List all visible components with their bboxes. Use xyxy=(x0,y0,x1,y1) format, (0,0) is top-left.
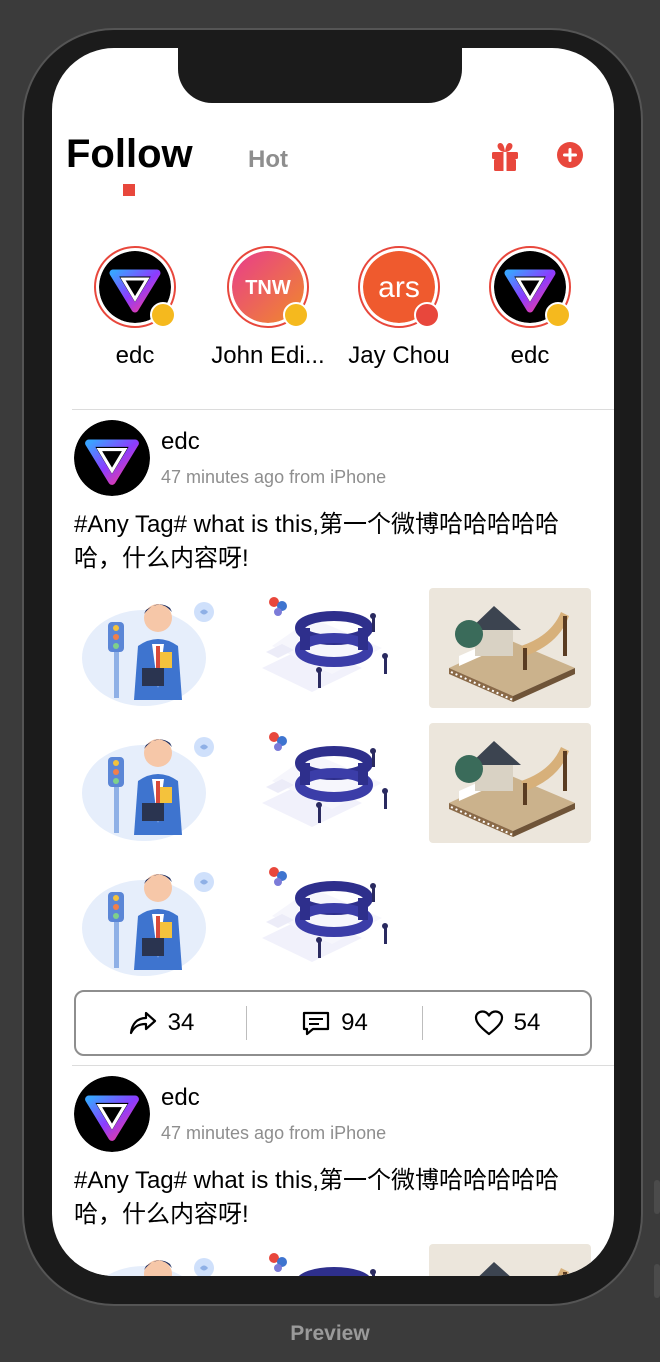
svg-text:ars: ars xyxy=(378,271,420,304)
svg-text:TNW: TNW xyxy=(245,277,291,299)
tab-follow[interactable]: Follow xyxy=(66,132,193,177)
post-image[interactable] xyxy=(252,858,414,978)
device-side-button xyxy=(654,1180,660,1214)
story-name: edc xyxy=(115,342,155,369)
comment-count: 94 xyxy=(341,1009,368,1036)
post-image[interactable] xyxy=(74,723,236,843)
like-count: 54 xyxy=(513,1009,541,1036)
post-text: #Any Tag# what is this,第一个微博哈哈哈哈哈哈，什么内容呀… xyxy=(74,1167,560,1228)
post-author[interactable]: edc xyxy=(161,428,200,456)
hot-badge-icon xyxy=(414,302,440,328)
add-circle-icon[interactable] xyxy=(556,141,584,169)
post-image[interactable] xyxy=(429,723,591,843)
post-image[interactable] xyxy=(252,588,414,708)
post-author[interactable]: edc xyxy=(161,1084,200,1112)
tab-hot[interactable]: Hot xyxy=(248,146,288,174)
active-tab-indicator xyxy=(123,184,135,196)
story-item[interactable]: edc xyxy=(65,246,205,370)
repost-button[interactable]: 34 xyxy=(76,992,246,1054)
story-name: Jay Chou xyxy=(348,342,450,369)
gift-icon[interactable] xyxy=(490,140,520,172)
verified-badge-icon xyxy=(150,302,176,328)
post-image[interactable] xyxy=(429,1244,591,1276)
app-screen: Follow Hot edc TNW John Edi... ars Jay C… xyxy=(52,48,614,1276)
avatar[interactable] xyxy=(74,1076,150,1152)
story-avatar-ring: TNW xyxy=(227,246,309,328)
post-image[interactable] xyxy=(429,588,591,708)
story-avatar-ring xyxy=(489,246,571,328)
device-side-button xyxy=(654,1264,660,1298)
post-timestamp: 47 minutes ago from iPhone xyxy=(161,1123,387,1143)
story-name: John Edi... xyxy=(211,342,325,369)
share-icon xyxy=(129,1011,156,1035)
story-name: edc xyxy=(510,342,550,369)
verified-badge-icon xyxy=(283,302,309,328)
heart-icon xyxy=(474,1010,503,1036)
comment-button[interactable]: 94 xyxy=(247,992,422,1054)
post-image[interactable] xyxy=(252,1244,414,1276)
post-timestamp: 47 minutes ago from iPhone xyxy=(161,467,387,487)
feed-post[interactable]: edc 47 minutes ago from iPhone #Any Tag#… xyxy=(52,1066,614,1276)
post-image[interactable] xyxy=(252,723,414,843)
comment-icon xyxy=(303,1011,330,1036)
story-item[interactable]: edc xyxy=(460,246,600,370)
post-image[interactable] xyxy=(74,1244,236,1276)
like-button[interactable]: 54 xyxy=(423,992,591,1054)
post-image[interactable] xyxy=(74,858,236,978)
repost-count: 34 xyxy=(167,1009,195,1036)
story-item[interactable]: TNW John Edi... xyxy=(198,246,338,370)
verified-badge-icon xyxy=(545,302,571,328)
post-action-bar: 34 94 54 xyxy=(74,990,592,1056)
story-avatar-ring: ars xyxy=(358,246,440,328)
post-image[interactable] xyxy=(74,588,236,708)
story-avatar-ring xyxy=(94,246,176,328)
device-notch xyxy=(178,46,462,103)
story-item[interactable]: ars Jay Chou xyxy=(329,246,469,370)
preview-label: Preview xyxy=(290,1322,370,1345)
feed-post[interactable]: edc 47 minutes ago from iPhone #Any Tag#… xyxy=(52,410,614,1064)
post-text: #Any Tag# what is this,第一个微博哈哈哈哈哈哈，什么内容呀… xyxy=(74,511,560,572)
story-row: edc TNW John Edi... ars Jay Chou edc xyxy=(52,246,614,376)
avatar[interactable] xyxy=(74,420,150,496)
